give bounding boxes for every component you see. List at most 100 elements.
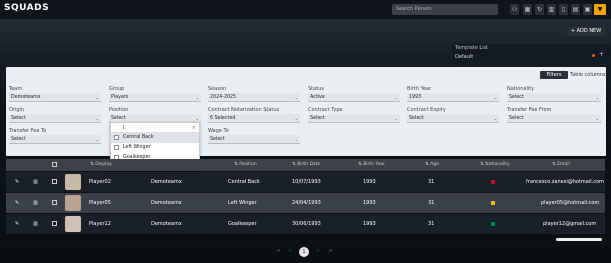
prev-page-icon[interactable]: ‹ [289,248,291,254]
horizontal-scrollbar[interactable] [556,238,602,241]
row-checkbox[interactable] [52,179,57,184]
chevron-down-icon: ⌄ [195,95,199,100]
people-icon[interactable]: ⚇ [510,4,519,15]
chevron-down-icon: ⌄ [394,95,398,100]
mobile-icon[interactable]: ▯ [559,4,568,15]
cell-birth-year: 1993 [363,221,376,227]
avatar [65,174,81,190]
filter-select-contract-type[interactable]: Select ⌄ [308,114,400,123]
filter-label-team: Team [9,86,23,92]
row-checkbox[interactable] [52,221,57,226]
cell-birth-date: 10/07/1993 [292,179,321,185]
table-row[interactable]: ✎ ▥ Player12 Demoteamx Goalkeeper 30/06/… [6,214,605,234]
checkbox[interactable] [114,145,119,150]
cell-age: 31 [428,200,435,206]
filter-select-transfer-fee-to[interactable]: Select ⌄ [9,135,101,144]
trash-icon[interactable]: ▥ [33,179,38,185]
header-birth-year[interactable]: ⇅ Birth Year [358,159,385,171]
header-nationality[interactable]: ⇅ Nationality [480,159,510,171]
chevron-down-icon: ⌄ [493,95,497,100]
chevron-down-icon: ⌄ [595,116,599,121]
select-all-checkbox[interactable] [52,162,57,167]
dropdown-option[interactable]: Central Back [111,133,199,143]
template-add-icon[interactable]: + [599,51,604,58]
header-display[interactable]: ⇅ Display [90,159,112,171]
chevron-down-icon: ⌄ [294,116,298,121]
filter-select-team[interactable]: Demoteamx ⌄ [9,93,101,102]
header-age[interactable]: ⇅ Age [425,159,439,171]
filter-label-transfer-fee-from: Transfer Fee From [507,107,552,113]
first-page-icon[interactable]: « [277,248,280,254]
checkbox[interactable] [114,135,119,140]
nationality-flag-icon [491,222,495,226]
template-select[interactable]: Default [455,54,473,60]
chevron-down-icon: ⌄ [95,116,99,121]
cell-team: Demoteamx [151,179,182,185]
chevron-down-icon: ⌄ [394,116,398,121]
trash-icon[interactable]: ▥ [547,4,556,15]
header-position[interactable]: ⇅ Position [234,159,257,171]
tab-table-columns[interactable]: Table columns [570,71,606,79]
table-row[interactable]: ✎ ▥ Player02 Demoteamx Central Back 10/0… [6,172,605,192]
avatar [65,195,81,211]
dropdown-option[interactable]: Left Winger [111,143,199,153]
filter-select-status[interactable]: Active ⌄ [308,93,400,102]
filter-label-birth-year: Birth Year [407,86,432,92]
filter-select-transfer-fee-from[interactable]: Select ⌄ [507,114,601,123]
filter-select-origin[interactable]: Select ⌄ [9,114,101,123]
cell-display[interactable]: Player02 [89,172,111,192]
filter-label-status: Status [308,86,324,92]
cell-display[interactable]: Player12 [89,214,111,234]
cell-display[interactable]: Player05 [89,193,111,213]
cell-position: Central Back [228,179,260,185]
filter-select-group[interactable]: Players ⌄ [109,93,201,102]
players-table: ⇅ Display ⇅ Position ⇅ Birth Date ⇅ Birt… [6,159,605,239]
pagination: « ‹ 1 › » [275,247,341,257]
dropdown-search-input[interactable]: l × [111,123,199,133]
cell-email: player05@hotmail.com [541,200,600,206]
filter-select-season[interactable]: 2024-2025 ⌄ [208,93,300,102]
chevron-down-icon: ⌄ [493,116,497,121]
search-input[interactable]: Search Person [392,4,498,15]
nationality-flag-icon [491,201,495,205]
edit-icon[interactable]: ✎ [15,179,20,185]
nationality-flag-icon [491,180,495,184]
filter-select-birth-year[interactable]: 1993 ⌄ [407,93,499,102]
edit-icon[interactable]: ✎ [15,200,20,206]
cell-age: 31 [428,179,435,185]
add-new-button[interactable]: + ADD NEW [567,27,605,36]
trash-icon[interactable]: ▥ [33,221,38,227]
table-header: ⇅ Display ⇅ Position ⇅ Birth Date ⇅ Birt… [6,159,605,171]
filter-label-nationality: Nationality [507,86,535,92]
filter-label-position: Position [109,107,129,113]
filter-icon[interactable]: ▼ [594,4,606,15]
filter-select-contract-notarization[interactable]: 6 Selected ⌄ [208,114,300,123]
next-page-icon[interactable]: › [317,248,319,254]
edit-icon[interactable]: ✎ [15,221,20,227]
tab-filters[interactable]: Filters [540,71,568,79]
export-icon[interactable]: ▣ [583,4,592,15]
header-email[interactable]: ⇅ Email [552,159,570,171]
filter-select-nationality[interactable]: Select ⌄ [507,93,601,102]
filter-label-contract-expiry: Contract Expiry [407,107,446,113]
cell-birth-date: 24/04/1993 [292,200,321,206]
filter-label-contract-notarization: Contract Notarization Status [208,107,280,113]
close-icon[interactable]: × [192,123,196,133]
filter-panel: Filters Table columns Team Demoteamx ⌄ Gr… [6,67,606,156]
filter-select-contract-expiry[interactable]: Select ⌄ [407,114,499,123]
cell-age: 31 [428,221,435,227]
trash-icon[interactable]: ▥ [33,200,38,206]
avatar [65,216,81,232]
filter-select-wage-to[interactable]: Select ⌄ [208,135,300,144]
header-birth-date[interactable]: ⇅ Birth Date [292,159,320,171]
last-page-icon[interactable]: » [329,248,332,254]
filter-label-transfer-fee-to: Transfer Fee To [9,128,47,134]
chevron-down-icon: ⌄ [595,95,599,100]
grid-icon[interactable]: ▦ [523,4,532,15]
refresh-icon[interactable]: ↻ [535,4,544,15]
page-number-current[interactable]: 1 [299,247,309,257]
cell-birth-date: 30/06/1993 [292,221,321,227]
document-icon[interactable]: ▤ [571,4,580,15]
table-row[interactable]: ✎ ▥ Player05 Demoteams Left Winger 24/04… [6,193,605,213]
row-checkbox[interactable] [52,200,57,205]
